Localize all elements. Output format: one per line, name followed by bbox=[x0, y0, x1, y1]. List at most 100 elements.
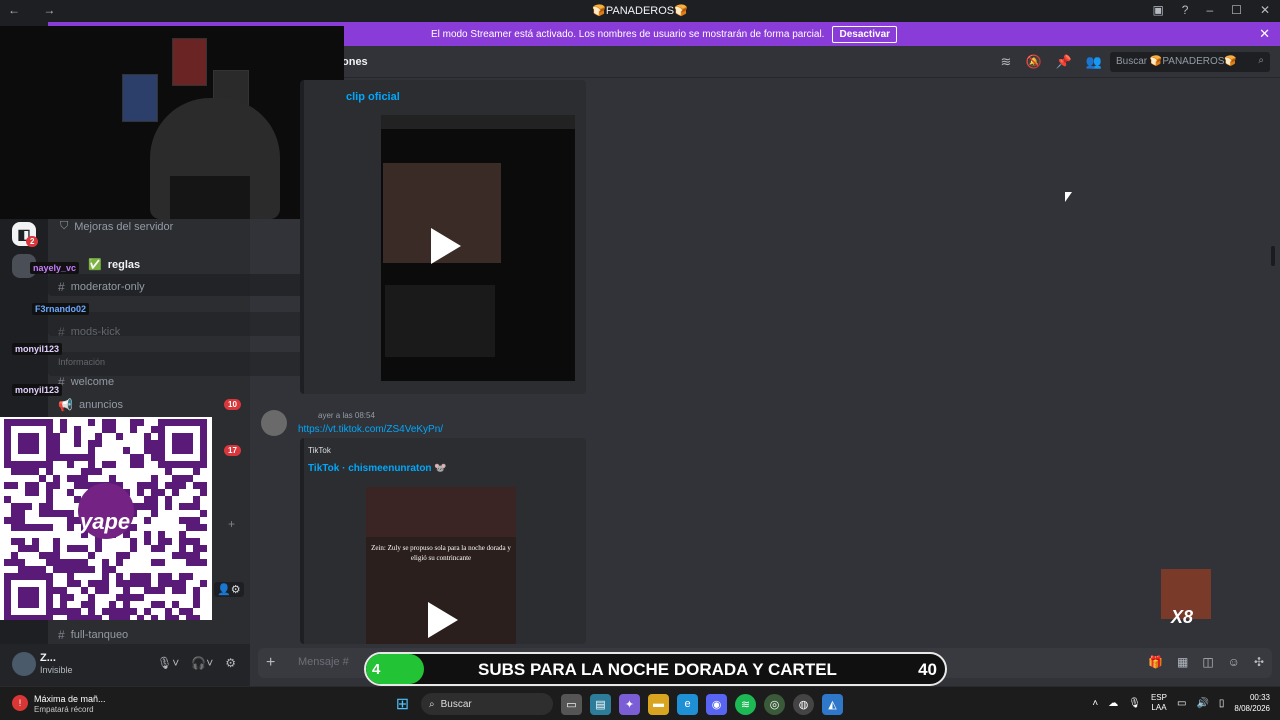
qr-module bbox=[25, 601, 32, 608]
qr-module bbox=[186, 419, 193, 426]
widgets-icon[interactable]: ▤ bbox=[590, 693, 611, 715]
weather-title: Máxima de mañ... bbox=[34, 694, 106, 704]
app-icon[interactable]: ◍ bbox=[793, 693, 814, 715]
subs-goal: 40 bbox=[918, 660, 937, 679]
channel-anuncios[interactable]: 📢 anuncios bbox=[58, 398, 123, 412]
network-icon[interactable]: ▭ bbox=[1177, 698, 1186, 709]
discord-icon[interactable]: ◉ bbox=[706, 693, 727, 715]
qr-module bbox=[4, 559, 11, 566]
app-icon[interactable]: ◭ bbox=[822, 693, 843, 715]
qr-module bbox=[137, 580, 144, 587]
embed-title[interactable]: clip oficial bbox=[346, 91, 400, 103]
avatar[interactable] bbox=[12, 652, 36, 676]
server-boost-item[interactable]: ⛉ Mejoras del servidor bbox=[60, 220, 173, 233]
file-explorer-icon[interactable]: ▬ bbox=[648, 693, 669, 715]
disable-streamer-button[interactable]: Desactivar bbox=[832, 25, 898, 43]
qr-module bbox=[200, 454, 207, 461]
qr-module bbox=[95, 440, 102, 447]
qr-module bbox=[67, 454, 74, 461]
qr-module bbox=[109, 419, 116, 426]
qr-module bbox=[32, 524, 39, 531]
qr-module bbox=[46, 433, 53, 440]
channel-full-tanqueo[interactable]: # full-tanqueo bbox=[58, 628, 128, 642]
help-icon[interactable]: ? bbox=[1182, 3, 1189, 17]
notifications-icon[interactable]: 🔕 bbox=[1025, 54, 1041, 70]
mic-icon[interactable]: 🎙 bbox=[1128, 698, 1141, 709]
settings-gear-icon[interactable]: ⚙ bbox=[225, 656, 236, 670]
video-thumbnail[interactable] bbox=[381, 115, 575, 381]
close-window-button[interactable]: ✕ bbox=[1260, 3, 1270, 17]
search-icon: ⌕ bbox=[429, 698, 435, 710]
phone-statusbar bbox=[381, 115, 575, 129]
attach-plus-icon[interactable]: + bbox=[266, 654, 275, 672]
weather-widget[interactable]: ! Máxima de mañ... Empatará récord bbox=[12, 693, 122, 717]
qr-module bbox=[88, 419, 95, 426]
author-avatar[interactable] bbox=[261, 410, 287, 436]
play-icon[interactable] bbox=[428, 602, 458, 638]
battery-icon[interactable]: ▯ bbox=[1219, 698, 1225, 709]
qr-module bbox=[32, 594, 39, 601]
qr-module bbox=[18, 461, 25, 468]
task-view-icon[interactable]: ▭ bbox=[561, 693, 582, 715]
search-input[interactable]: Buscar 🍞PANADEROS🍞 ⌕ bbox=[1110, 52, 1270, 72]
qr-module bbox=[4, 601, 11, 608]
maximize-button[interactable]: ☐ bbox=[1231, 3, 1242, 17]
yape-qr-code: yape bbox=[0, 417, 212, 622]
threads-icon[interactable]: ≋ bbox=[1001, 54, 1012, 70]
qr-module bbox=[46, 510, 53, 517]
channel-welcome[interactable]: # welcome bbox=[58, 375, 114, 389]
headphones-icon[interactable]: 🎧˅ bbox=[191, 656, 213, 670]
qr-module bbox=[32, 447, 39, 454]
qr-module bbox=[4, 615, 11, 622]
microphone-icon[interactable]: 🎙˅ bbox=[157, 656, 179, 670]
channel-moderator-only[interactable]: # moderator-only bbox=[58, 280, 145, 294]
gif-icon[interactable]: ▦ bbox=[1177, 655, 1188, 669]
qr-module bbox=[46, 503, 53, 510]
language-indicator[interactable]: ESP LAA bbox=[1151, 693, 1167, 713]
tray-chevron-icon[interactable]: ˄ bbox=[1092, 698, 1098, 709]
scrollbar-thumb[interactable] bbox=[1271, 246, 1275, 266]
minimize-button[interactable]: – bbox=[1206, 3, 1213, 17]
invite-settings-icon[interactable]: 👤⚙ bbox=[214, 582, 244, 597]
channel-reglas[interactable]: ✅ reglas bbox=[88, 258, 140, 272]
windows-start-icon[interactable]: ⊞ bbox=[392, 694, 413, 715]
clock[interactable]: 00:33 8/08/2026 bbox=[1234, 692, 1270, 714]
onedrive-icon[interactable]: ☁ bbox=[1108, 698, 1118, 709]
qr-module bbox=[88, 440, 95, 447]
channel-mods-kick[interactable]: # mods-kick bbox=[58, 325, 120, 339]
app-icon[interactable]: ◎ bbox=[764, 693, 785, 715]
sticker-icon[interactable]: ◫ bbox=[1202, 655, 1213, 669]
apps-icon[interactable]: ✣ bbox=[1254, 655, 1264, 669]
qr-module bbox=[158, 580, 165, 587]
qr-module bbox=[4, 440, 11, 447]
banner-close-icon[interactable]: ✕ bbox=[1259, 26, 1270, 42]
qr-module bbox=[102, 461, 109, 468]
copilot-icon[interactable]: ✦ bbox=[619, 693, 640, 715]
qr-module bbox=[25, 482, 32, 489]
qr-module bbox=[109, 475, 116, 482]
inbox-icon[interactable]: ▣ bbox=[1152, 3, 1163, 17]
taskbar-search[interactable]: ⌕ Buscar bbox=[421, 693, 553, 715]
video-thumbnail[interactable]: Zein: Zuly se propuso sola para la noche… bbox=[366, 487, 516, 644]
play-icon[interactable] bbox=[431, 228, 461, 264]
embed-title[interactable]: TikTok · chismeenunraton 🐭 bbox=[308, 463, 447, 474]
pin-icon[interactable]: 📌 bbox=[1056, 54, 1072, 70]
qr-module bbox=[4, 608, 11, 615]
volume-icon[interactable]: 🔊 bbox=[1196, 698, 1208, 709]
gift-icon[interactable]: 🎁 bbox=[1148, 655, 1163, 669]
spotify-icon[interactable]: ≋ bbox=[735, 693, 756, 715]
qr-module bbox=[158, 489, 165, 496]
qr-module bbox=[109, 608, 116, 615]
qr-module bbox=[151, 440, 158, 447]
qr-module bbox=[67, 517, 74, 524]
tiktok-link[interactable]: https://vt.tiktok.com/ZS4VeKyPn/ bbox=[298, 424, 443, 435]
qr-module bbox=[11, 482, 18, 489]
emoji-icon[interactable]: ☺ bbox=[1228, 655, 1240, 669]
qr-module bbox=[88, 594, 95, 601]
category-informacion[interactable]: Información bbox=[58, 357, 105, 367]
members-icon[interactable]: 👥 bbox=[1086, 54, 1102, 70]
edge-icon[interactable]: e bbox=[677, 693, 698, 715]
qr-module bbox=[88, 461, 95, 468]
check-icon: ✅ bbox=[88, 259, 102, 271]
add-channel-icon[interactable]: + bbox=[228, 517, 235, 531]
